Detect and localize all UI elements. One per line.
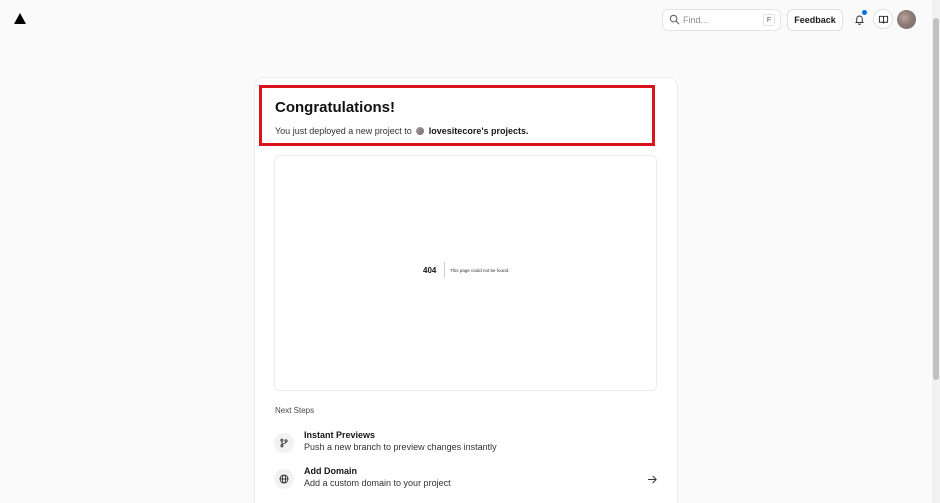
next-step-instant-previews[interactable]: Instant Previews Push a new branch to pr… bbox=[274, 430, 658, 460]
next-step-add-domain[interactable]: Add Domain Add a custom domain to your p… bbox=[274, 466, 658, 496]
feedback-button[interactable]: Feedback bbox=[787, 9, 843, 31]
next-steps-heading: Next Steps bbox=[275, 406, 315, 415]
bell-icon bbox=[854, 15, 864, 25]
deployment-preview[interactable] bbox=[274, 155, 657, 391]
step-title: Instant Previews bbox=[304, 430, 376, 440]
page-scrollbar[interactable] bbox=[932, 0, 940, 503]
docs-button[interactable] bbox=[873, 9, 893, 29]
subtitle-text: You just deployed a new project to bbox=[275, 126, 412, 136]
globe-icon bbox=[274, 469, 294, 489]
user-avatar[interactable] bbox=[897, 10, 916, 29]
search-shortcut-key: F bbox=[763, 14, 775, 26]
deploy-subtitle: You just deployed a new project to loves… bbox=[275, 126, 528, 136]
vercel-logo-icon[interactable] bbox=[14, 13, 26, 24]
book-icon bbox=[878, 15, 888, 24]
notification-dot bbox=[862, 10, 867, 15]
step-description: Push a new branch to preview changes ins… bbox=[304, 442, 497, 452]
preview-message: This page could not be found. bbox=[450, 268, 510, 273]
preview-status-code: 404 bbox=[423, 266, 437, 275]
team-avatar-icon bbox=[416, 127, 425, 135]
page-title: Congratulations! bbox=[275, 99, 395, 116]
search-placeholder: Find... bbox=[683, 15, 709, 25]
search-input[interactable]: Find... F bbox=[662, 9, 781, 31]
git-branch-icon bbox=[274, 433, 294, 453]
scrollbar-thumb[interactable] bbox=[933, 18, 939, 380]
notifications-button[interactable] bbox=[849, 9, 869, 29]
step-title: Add Domain bbox=[304, 466, 357, 476]
search-icon bbox=[669, 14, 680, 25]
top-navigation-bar: Find... F Feedback bbox=[0, 0, 932, 40]
team-projects-link[interactable]: lovesitecore's projects. bbox=[429, 126, 529, 136]
arrow-right-icon bbox=[647, 475, 657, 484]
preview-divider bbox=[444, 262, 445, 278]
step-description: Add a custom domain to your project bbox=[304, 478, 451, 488]
